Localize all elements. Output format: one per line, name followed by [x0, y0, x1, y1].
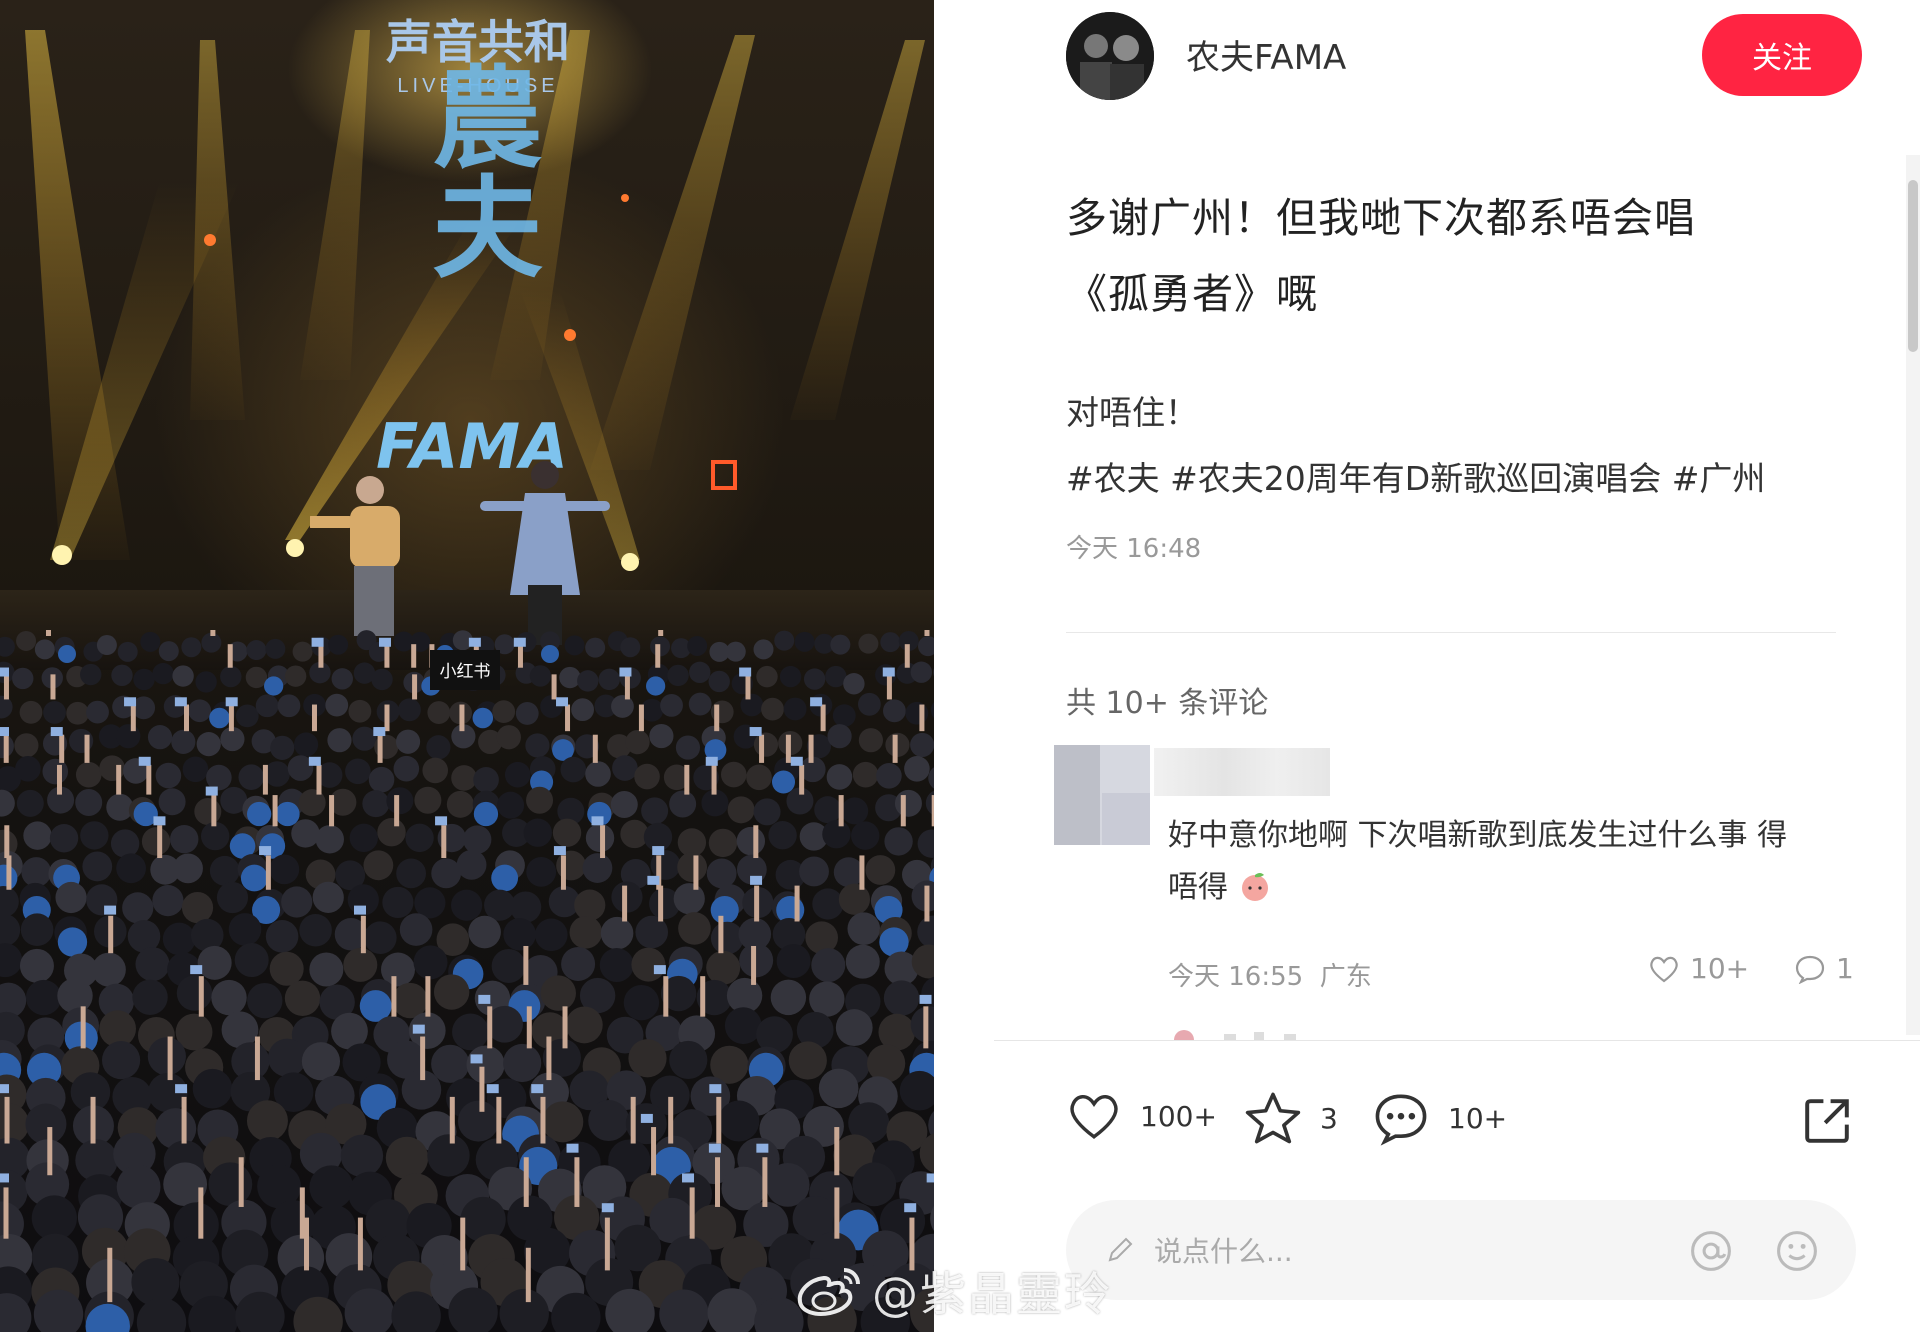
comment-input[interactable]: 说点什么... — [1066, 1200, 1856, 1300]
reply-bubble-icon — [1795, 955, 1825, 984]
post-title-line: 《孤勇者》嘅 — [1066, 270, 1318, 318]
author-photo — [1066, 12, 1154, 100]
post-content-scroll[interactable]: 多谢广州！但我哋下次都系唔会唱 《孤勇者》嘅 对唔住！ #农夫 #农夫20周年有… — [994, 150, 1920, 1040]
mention-icon[interactable] — [1688, 1228, 1734, 1274]
comment-time: 今天 16:55 — [1168, 962, 1304, 992]
comment-like-button[interactable]: 10+ — [1648, 952, 1749, 985]
comment-button[interactable]: 10+ — [1372, 1090, 1507, 1146]
hashtag-link[interactable]: #农夫20周年有D新歌巡回演唱会 — [1170, 459, 1661, 498]
follow-button[interactable]: 关注 — [1702, 14, 1862, 96]
post-panel: 农夫FAMA 关注 多谢广州！但我哋下次都系唔会唱 《孤勇者》嘅 对唔住！ #农… — [994, 0, 1920, 1332]
weibo-watermark: @紫晶靈玲 — [796, 1258, 1112, 1324]
concert-photo[interactable]: 声音共和 LIVE-HOUSE 農夫 FAMA 小红书 — [0, 0, 934, 1332]
favorite-button[interactable]: 3 — [1244, 1090, 1338, 1146]
hashtag-link[interactable]: #农夫 — [1066, 459, 1160, 498]
divider — [994, 1040, 1920, 1041]
comment-avatar[interactable] — [1054, 745, 1150, 845]
post-tags: #农夫 #农夫20周年有D新歌巡回演唱会 #广州 — [1066, 446, 1765, 512]
next-comment-peek — [1174, 1030, 1296, 1040]
peach-emoji-icon — [1241, 873, 1268, 901]
comment-text-end: 唔得 — [1168, 870, 1228, 905]
post-title: 多谢广州！但我哋下次都系唔会唱 《孤勇者》嘅 — [1066, 180, 1806, 332]
scrollbar-thumb[interactable] — [1908, 180, 1918, 352]
comment-total: 10+ — [1448, 1101, 1508, 1135]
heart-icon — [1650, 956, 1678, 982]
comment-text-line: 唔得 — [1168, 862, 1868, 914]
comment-like-count: 10+ — [1690, 952, 1750, 985]
author-avatar[interactable] — [1066, 12, 1154, 100]
performer-right — [480, 461, 610, 645]
like-button[interactable]: 100+ — [1066, 1090, 1217, 1142]
screen-title-chinese: 農夫 — [414, 60, 543, 280]
comment-reply-button[interactable]: 1 — [1794, 952, 1854, 985]
like-count: 100+ — [1140, 1099, 1217, 1133]
comment-bubble-icon — [1375, 1094, 1427, 1146]
post-body: 对唔住！ #农夫 #农夫20周年有D新歌巡回演唱会 #广州 — [1066, 380, 1765, 512]
post-time: 今天 16:48 — [1066, 534, 1202, 564]
comment-input-placeholder: 说点什么... — [1154, 1235, 1293, 1268]
share-button[interactable] — [1800, 1094, 1854, 1152]
stage-banner: 小红书 — [430, 650, 500, 690]
comment-meta: 今天 16:55 广东 — [1168, 956, 1372, 993]
divider — [1066, 632, 1836, 633]
post-body-text: 对唔住！ — [1066, 393, 1198, 432]
star-icon — [1245, 1092, 1301, 1144]
share-icon — [1805, 1099, 1849, 1143]
crowd — [0, 630, 934, 1332]
weibo-logo-icon — [797, 1268, 860, 1316]
comment-username-blurred[interactable] — [1154, 748, 1330, 796]
comment-text-line: 好中意你地啊 下次唱新歌到底发生过什么事 得 — [1168, 818, 1788, 853]
comment-count: 共 10+ 条评论 — [1066, 686, 1269, 721]
comment-reply-count: 1 — [1836, 952, 1854, 985]
favorite-count: 3 — [1320, 1101, 1338, 1135]
performer-left — [310, 476, 400, 636]
emoji-icon[interactable] — [1774, 1228, 1820, 1274]
watermark-text: @紫晶靈玲 — [872, 1267, 1112, 1321]
comment-text: 好中意你地啊 下次唱新歌到底发生过什么事 得 唔得 — [1168, 810, 1868, 914]
post-title-line: 多谢广州！但我哋下次都系唔会唱 — [1066, 194, 1696, 242]
heart-icon — [1070, 1094, 1118, 1139]
stage-screen: 声音共和 LIVE-HOUSE 農夫 FAMA — [376, 16, 570, 483]
comment-location: 广东 — [1319, 962, 1372, 992]
author-name[interactable]: 农夫FAMA — [1186, 30, 1346, 79]
svg-text:小红书: 小红书 — [440, 662, 491, 681]
hashtag-link[interactable]: #广州 — [1672, 459, 1766, 498]
